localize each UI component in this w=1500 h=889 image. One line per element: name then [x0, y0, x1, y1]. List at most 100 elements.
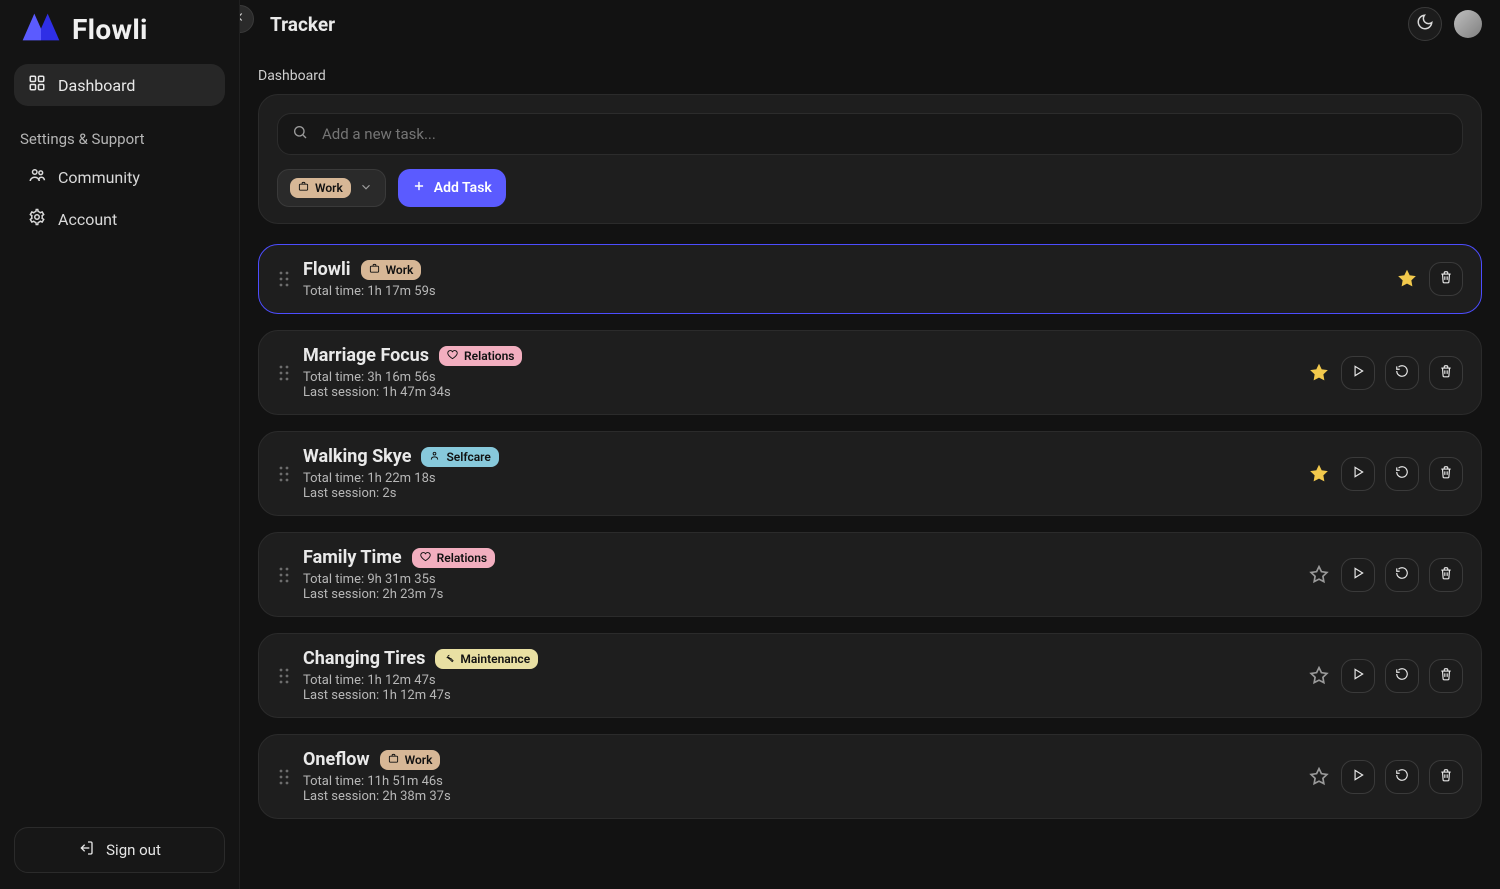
trash-icon [1439, 364, 1453, 382]
task-card: Changing Tires Maintenance Total time: 1… [258, 633, 1482, 718]
reset-icon [1395, 465, 1409, 483]
task-total: Total time: 1h 17m 59s [303, 284, 1395, 299]
task-card: Walking Skye Selfcare Total time: 1h 22m… [258, 431, 1482, 516]
task-title: Changing Tires [303, 648, 425, 669]
star-toggle[interactable] [1395, 267, 1419, 291]
signout-icon [78, 840, 94, 860]
avatar[interactable] [1454, 10, 1482, 38]
task-actions [1307, 760, 1463, 794]
drag-handle[interactable] [277, 466, 291, 482]
task-composer: Work Add Task [258, 94, 1482, 224]
moon-icon [1416, 13, 1434, 35]
tag-label: Maintenance [460, 652, 530, 666]
tag-icon [420, 551, 431, 565]
tag-select[interactable]: Work [277, 169, 386, 207]
reset-icon [1395, 768, 1409, 786]
drag-handle[interactable] [277, 668, 291, 684]
main: Tracker Dashboard [240, 0, 1500, 889]
tag-pill: Maintenance [435, 649, 538, 669]
task-actions [1307, 457, 1463, 491]
reset-button[interactable] [1385, 659, 1419, 693]
tag-label: Work [405, 753, 433, 767]
brand-logo-icon [20, 12, 62, 46]
reset-button[interactable] [1385, 457, 1419, 491]
play-button[interactable] [1341, 558, 1375, 592]
task-card-body: Changing Tires Maintenance Total time: 1… [303, 648, 1307, 703]
gear-icon [28, 208, 46, 230]
sidebar-item-dashboard[interactable]: Dashboard [14, 64, 225, 106]
reset-icon [1395, 566, 1409, 584]
trash-icon [1439, 465, 1453, 483]
signout-label: Sign out [106, 841, 161, 859]
content: Dashboard Work [240, 44, 1500, 853]
play-button[interactable] [1341, 760, 1375, 794]
add-task-label: Add Task [434, 180, 492, 196]
star-toggle[interactable] [1307, 462, 1331, 486]
star-toggle[interactable] [1307, 361, 1331, 385]
task-title: Family Time [303, 547, 402, 568]
task-last-session: Last session: 2s [303, 486, 1307, 501]
delete-button[interactable] [1429, 457, 1463, 491]
tag-pill: Relations [412, 548, 495, 568]
drag-handle[interactable] [277, 271, 291, 287]
briefcase-icon [298, 181, 309, 195]
tag-label: Work [386, 263, 414, 277]
page-title: Tracker [270, 13, 335, 36]
chevron-down-icon [359, 179, 373, 198]
tag-pill: Work [361, 260, 422, 280]
task-card-body: Family Time Relations Total time: 9h 31m… [303, 547, 1307, 602]
task-card-body: Marriage Focus Relations Total time: 3h … [303, 345, 1307, 400]
task-actions [1307, 659, 1463, 693]
theme-toggle-button[interactable] [1408, 7, 1442, 41]
task-total: Total time: 1h 22m 18s [303, 471, 1307, 486]
drag-handle[interactable] [277, 365, 291, 381]
star-toggle[interactable] [1307, 765, 1331, 789]
trash-icon [1439, 566, 1453, 584]
delete-button[interactable] [1429, 262, 1463, 296]
delete-button[interactable] [1429, 558, 1463, 592]
task-total: Total time: 9h 31m 35s [303, 572, 1307, 587]
sidebar-item-account[interactable]: Account [14, 198, 225, 240]
tag-pill: Work [380, 750, 441, 770]
delete-button[interactable] [1429, 659, 1463, 693]
play-button[interactable] [1341, 659, 1375, 693]
trash-icon [1439, 270, 1453, 288]
sidebar-item-community[interactable]: Community [14, 156, 225, 198]
collapse-sidebar-button[interactable] [240, 5, 254, 33]
play-button[interactable] [1341, 356, 1375, 390]
tag-icon [447, 349, 458, 363]
task-card: Oneflow Work Total time: 11h 51m 46s Las… [258, 734, 1482, 819]
task-card: Flowli Work Total time: 1h 17m 59s [258, 244, 1482, 314]
task-last-session: Last session: 2h 38m 37s [303, 789, 1307, 804]
reset-button[interactable] [1385, 760, 1419, 794]
add-task-button[interactable]: Add Task [398, 169, 506, 207]
reset-button[interactable] [1385, 356, 1419, 390]
new-task-input[interactable] [320, 124, 1448, 144]
sidebar-item-label: Dashboard [58, 76, 135, 95]
play-icon [1351, 364, 1365, 382]
drag-handle[interactable] [277, 769, 291, 785]
task-card: Marriage Focus Relations Total time: 3h … [258, 330, 1482, 415]
tag-icon [388, 753, 399, 767]
reset-button[interactable] [1385, 558, 1419, 592]
task-actions [1307, 558, 1463, 592]
tag-icon [429, 450, 440, 464]
task-title: Oneflow [303, 749, 370, 770]
play-button[interactable] [1341, 457, 1375, 491]
delete-button[interactable] [1429, 356, 1463, 390]
task-card-body: Walking Skye Selfcare Total time: 1h 22m… [303, 446, 1307, 501]
star-toggle[interactable] [1307, 664, 1331, 688]
tag-label: Relations [437, 551, 487, 565]
drag-handle[interactable] [277, 567, 291, 583]
tag-pill: Selfcare [421, 447, 498, 467]
task-list: Flowli Work Total time: 1h 17m 59s Marri… [258, 244, 1482, 819]
brand: Flowli [14, 8, 225, 64]
delete-button[interactable] [1429, 760, 1463, 794]
tag-pill: Relations [439, 346, 522, 366]
task-title: Walking Skye [303, 446, 411, 467]
breadcrumb: Dashboard [258, 44, 1482, 94]
signout-button[interactable]: Sign out [14, 827, 225, 873]
star-toggle[interactable] [1307, 563, 1331, 587]
task-title: Flowli [303, 259, 351, 280]
task-actions [1307, 356, 1463, 390]
